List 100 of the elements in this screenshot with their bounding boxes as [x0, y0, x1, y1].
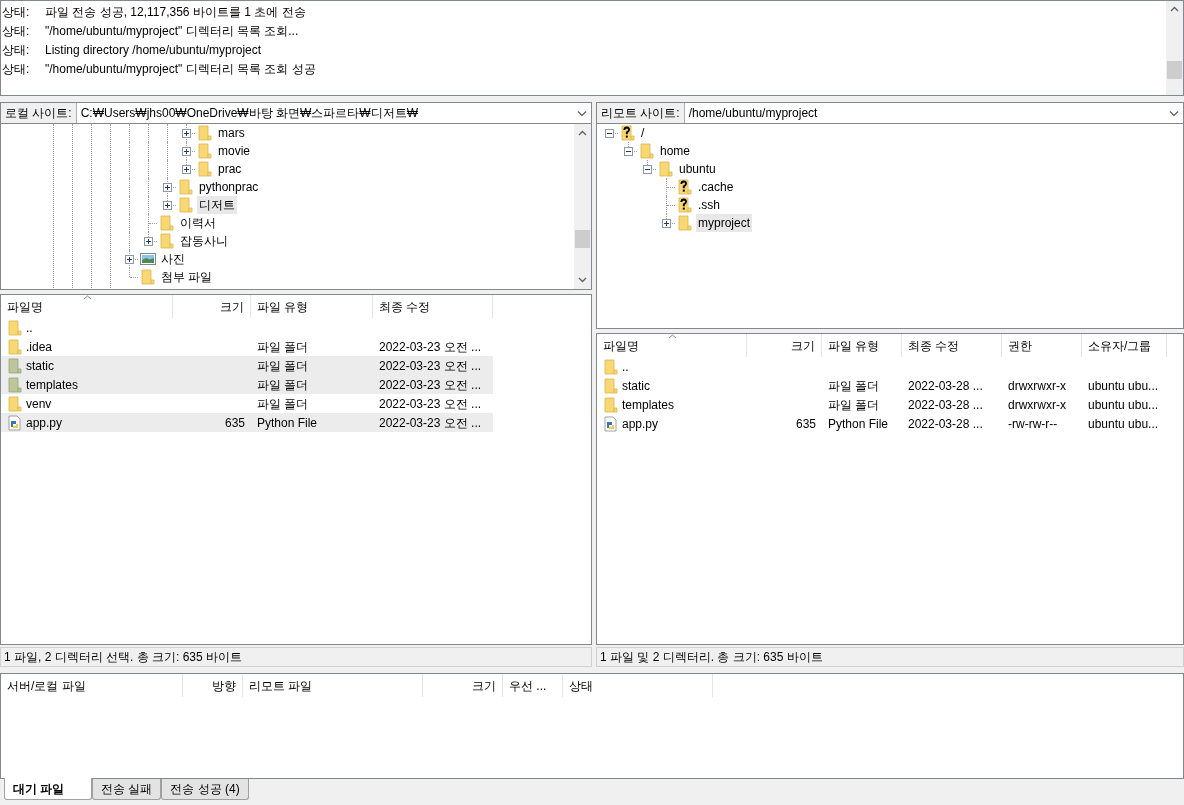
folder-icon: [639, 143, 655, 159]
column-header[interactable]: 최종 수정: [902, 334, 1002, 357]
table-cell-text: Python File: [828, 415, 889, 433]
scrollbar[interactable]: [1166, 1, 1183, 95]
tree-item[interactable]: .cache: [696, 178, 736, 196]
file-row[interactable]: templates 파일 폴더 2022-03-28 ... drwxrwxr-x ubuntu ubu...: [597, 395, 1167, 414]
file-row[interactable]: static 파일 폴더 2022-03-28 ... drwxrwxr-x ubuntu ubu...: [597, 376, 1167, 395]
column-header[interactable]: 리모트 파일: [243, 674, 423, 697]
table-cell-text: app.py: [26, 414, 63, 432]
collapse-icon[interactable]: [605, 128, 614, 138]
status-bar: 1 파일, 2 디렉터리 선택. 총 크기: 635 바이트: [0, 647, 592, 667]
table-cell-text: Python File: [257, 414, 318, 432]
table-cell-text: 파일 폴더: [257, 357, 309, 375]
expand-icon[interactable]: [662, 218, 671, 228]
table-cell-text: 2022-03-28 ...: [908, 415, 983, 433]
folder-icon: [603, 377, 619, 394]
folder-icon: [159, 233, 175, 249]
tree-item[interactable]: ubuntu: [677, 160, 718, 178]
table-cell-text: ..: [622, 358, 629, 376]
column-header[interactable]: 서버/로컬 파일: [1, 674, 183, 697]
column-header[interactable]: 최종 수정: [373, 295, 493, 318]
table-cell-text: drwxrwxr-x: [1008, 377, 1066, 395]
folder-icon: [7, 357, 23, 374]
table-cell-text: 635: [224, 414, 245, 432]
tab[interactable]: 전송 실패: [92, 779, 162, 800]
file-row[interactable]: app.py 635 Python File 2022-03-23 오전 ...: [1, 413, 493, 432]
scroll-up-icon[interactable]: [1170, 6, 1179, 12]
python-file-icon: [7, 414, 23, 431]
folder-icon: [140, 269, 156, 285]
table-cell-text: drwxrwxr-x: [1008, 396, 1066, 414]
tree-item[interactable]: prac: [216, 160, 244, 178]
expand-icon[interactable]: [163, 200, 172, 210]
tree-item[interactable]: mars: [216, 124, 247, 142]
folder-icon: [603, 396, 619, 413]
log-message: "/home/ubuntu/myproject" 디렉터리 목록 조회 성공: [45, 60, 316, 78]
question-folder-icon: [677, 197, 693, 213]
column-header[interactable]: 방향: [183, 674, 243, 697]
tree-item[interactable]: movie: [216, 142, 252, 160]
collapse-icon[interactable]: [624, 146, 633, 156]
table-cell-text: 2022-03-28 ...: [908, 396, 983, 414]
tree-item[interactable]: /: [639, 124, 647, 142]
file-row[interactable]: templates 파일 폴더 2022-03-23 오전 ...: [1, 375, 493, 394]
folder-icon: [7, 338, 23, 355]
table-cell-text: 2022-03-28 ...: [908, 377, 983, 395]
file-row[interactable]: ..: [1, 318, 493, 337]
folder-icon: [7, 319, 23, 336]
file-row[interactable]: static 파일 폴더 2022-03-23 오전 ...: [1, 356, 493, 375]
column-header[interactable]: 권한: [1002, 334, 1082, 357]
column-header[interactable]: 파일 유형: [251, 295, 373, 318]
column-header[interactable]: 우선 ...: [503, 674, 563, 697]
column-header[interactable]: 파일명: [1, 295, 173, 318]
expand-icon[interactable]: [182, 146, 191, 156]
expand-icon[interactable]: [182, 128, 191, 138]
expand-icon[interactable]: [144, 236, 153, 246]
table-cell-text: 2022-03-23 오전 ...: [379, 376, 482, 394]
scrollbar-thumb[interactable]: [1167, 61, 1182, 79]
scrollbar-thumb[interactable]: [575, 230, 590, 248]
folder-icon: [178, 197, 194, 213]
table-cell-text: 파일 폴더: [257, 376, 309, 394]
folder-icon: [7, 395, 23, 412]
column-header[interactable]: 크기: [747, 334, 822, 357]
tab[interactable]: 대기 파일: [4, 778, 92, 800]
column-header[interactable]: 크기: [423, 674, 503, 697]
log-label: 상태:: [1, 41, 31, 59]
log-message: 파일 전송 성공, 12,117,356 바이트를 1 초에 전송: [45, 3, 306, 21]
collapse-icon[interactable]: [643, 164, 652, 174]
column-header[interactable]: 크기: [173, 295, 251, 318]
scrollbar[interactable]: [574, 124, 591, 289]
folder-icon: [603, 358, 619, 375]
column-header[interactable]: 파일 유형: [822, 334, 902, 357]
tree-item[interactable]: pythonprac: [197, 178, 261, 196]
expand-icon[interactable]: [163, 182, 172, 192]
tree-item[interactable]: myproject: [696, 214, 752, 232]
table-cell-text: ..: [26, 319, 33, 337]
file-row[interactable]: app.py 635 Python File 2022-03-28 ... -rw-rw-r-- ubuntu ubu...: [597, 414, 1167, 433]
folder-icon: [7, 376, 23, 393]
column-header[interactable]: 상태: [563, 674, 713, 697]
tree-item[interactable]: 사진: [159, 250, 187, 268]
scroll-up-icon[interactable]: [578, 130, 587, 136]
tree-item[interactable]: home: [658, 142, 693, 160]
table-cell-text: static: [26, 357, 54, 375]
file-row[interactable]: ..: [597, 357, 1167, 376]
tab[interactable]: 전송 성공 (4): [161, 779, 249, 800]
column-header[interactable]: 파일명: [597, 334, 747, 357]
log-message: Listing directory /home/ubuntu/myproject: [45, 41, 262, 59]
folder-icon: [197, 143, 213, 159]
column-header[interactable]: 소유자/그룹: [1082, 334, 1167, 357]
expand-icon[interactable]: [182, 164, 191, 174]
file-row[interactable]: .idea 파일 폴더 2022-03-23 오전 ...: [1, 337, 493, 356]
python-file-icon: [603, 415, 619, 432]
scroll-down-icon[interactable]: [578, 277, 587, 283]
tree-item[interactable]: 이력서: [178, 214, 218, 232]
table-cell-text: static: [622, 377, 650, 395]
tree-item[interactable]: .ssh: [696, 196, 722, 214]
tree-item[interactable]: 잡동사니: [178, 232, 230, 250]
expand-icon[interactable]: [125, 254, 134, 264]
tree-item[interactable]: 첨부 파일: [159, 268, 215, 286]
table-cell-text: .idea: [26, 338, 53, 356]
file-row[interactable]: venv 파일 폴더 2022-03-23 오전 ...: [1, 394, 493, 413]
tree-item[interactable]: 디저트: [197, 196, 237, 214]
